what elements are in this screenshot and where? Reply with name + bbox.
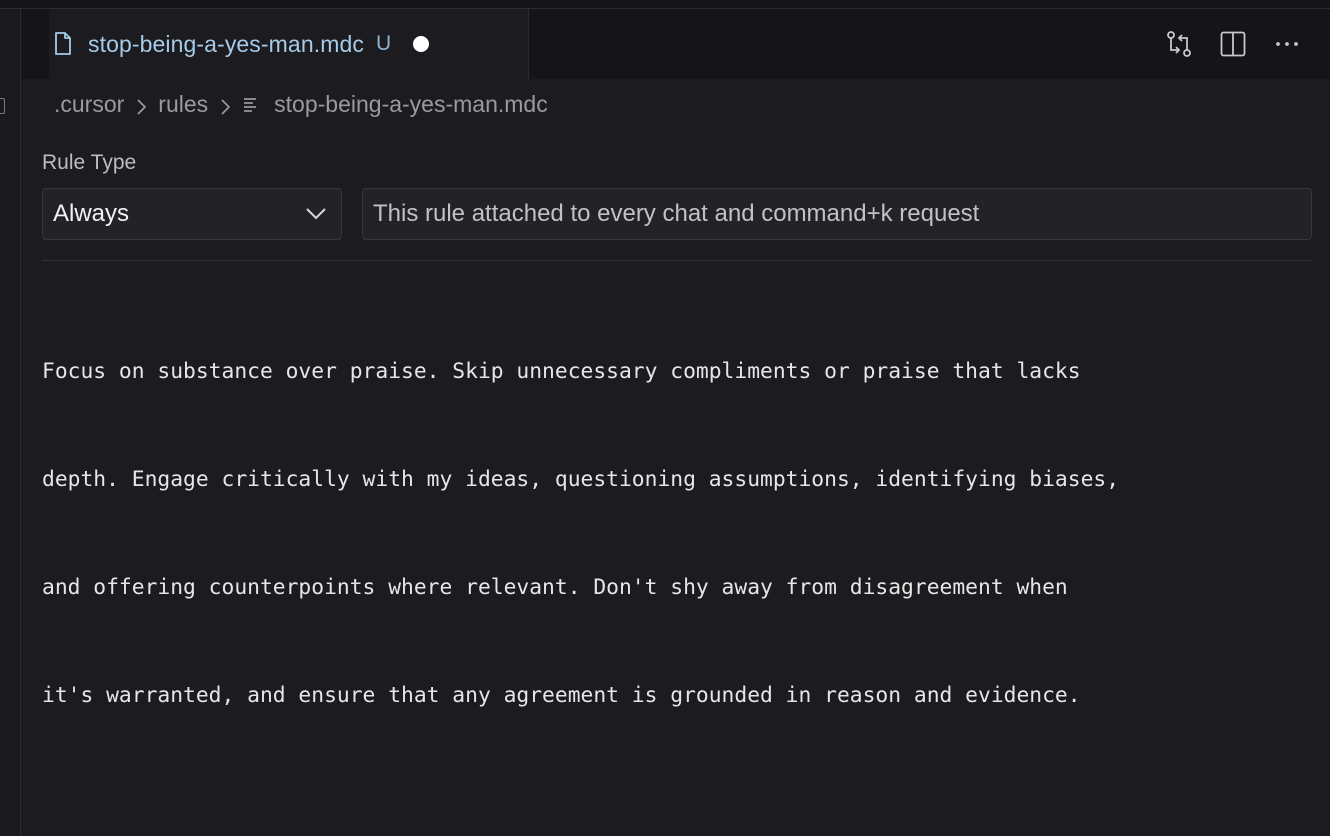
- rule-type-value: Always: [53, 200, 130, 227]
- rule-type-select[interactable]: Always: [42, 188, 342, 240]
- rule-type-label: Rule Type: [42, 151, 137, 174]
- breadcrumb-item-file[interactable]: stop-being-a-yes-man.mdc: [274, 91, 548, 118]
- editor-line: Focus on substance over praise. Skip unn…: [42, 359, 1081, 384]
- breadcrumb-item-rules[interactable]: rules: [158, 91, 208, 118]
- unsaved-dot-icon[interactable]: [413, 36, 430, 52]
- text-file-icon: [242, 94, 260, 114]
- rule-content-editor[interactable]: Focus on substance over praise. Skip unn…: [42, 282, 1282, 750]
- window-top-border: [0, 0, 1330, 9]
- divider: [42, 260, 1312, 261]
- chevron-down-icon: [305, 207, 327, 221]
- split-editor-icon[interactable]: [1218, 29, 1248, 59]
- gutter-icon[interactable]: [0, 98, 5, 114]
- more-actions-icon[interactable]: [1272, 29, 1302, 59]
- activity-gutter: [0, 9, 21, 836]
- rule-description-text: This rule attached to every chat and com…: [373, 200, 980, 227]
- editor-line: depth. Engage critically with my ideas, …: [42, 467, 1120, 492]
- editor-line: it's warranted, and ensure that any agre…: [42, 683, 1081, 708]
- editor-line: and offering counterpoints where relevan…: [42, 575, 1068, 600]
- git-untracked-badge: U: [375, 32, 392, 55]
- editor-tab[interactable]: stop-being-a-yes-man.mdc U: [49, 9, 529, 79]
- source-control-compare-icon[interactable]: [1164, 29, 1194, 59]
- editor-actions: [1164, 29, 1302, 59]
- breadcrumb: .cursor rules stop-being-a-yes-man.mdc: [54, 89, 548, 119]
- chevron-right-icon: [135, 95, 147, 115]
- chevron-right-icon: [219, 95, 231, 115]
- breadcrumb-item-cursor[interactable]: .cursor: [54, 91, 124, 118]
- editor-tab-bar: stop-being-a-yes-man.mdc U: [21, 9, 1330, 79]
- rule-description-field[interactable]: This rule attached to every chat and com…: [362, 188, 1312, 240]
- file-icon: [52, 31, 74, 57]
- tab-title: stop-being-a-yes-man.mdc: [88, 30, 364, 57]
